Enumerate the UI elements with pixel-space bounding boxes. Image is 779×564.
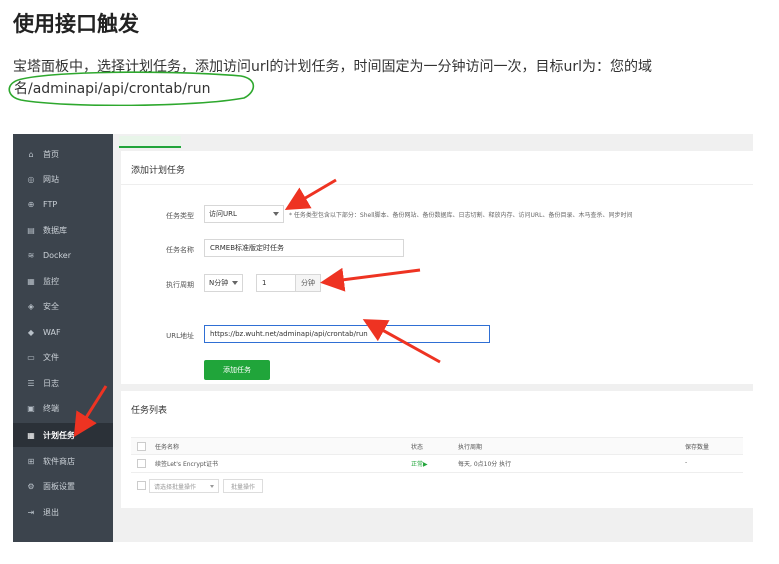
doc-url-line: 名/adminapi/api/crontab/run [14, 81, 211, 97]
url-input[interactable]: https://bz.wuht.net/adminapi/api/crontab… [204, 325, 490, 343]
select-all-checkbox[interactable] [137, 442, 146, 451]
sidebar-item-label: 数据库 [43, 225, 67, 235]
table-header: 任务名称 状态 执行周期 保存数量 [131, 437, 743, 455]
period-value: N分钟 [209, 279, 229, 287]
sidebar-item-label: 网站 [43, 174, 59, 184]
table-row[interactable]: 续签Let's Encrypt证书 正常▶ 每天, 0点10分 执行 - [131, 455, 743, 473]
batch-checkbox[interactable] [137, 481, 146, 490]
add-task-button[interactable]: 添加任务 [204, 360, 270, 380]
sidebar-item-label: FTP [43, 199, 58, 209]
col-name: 任务名称 [155, 444, 180, 451]
shield-icon: ◈ [27, 301, 35, 311]
sidebar-item-label: 安全 [43, 301, 59, 311]
sidebar-item-label: 监控 [43, 276, 59, 286]
sidebar-item-label: WAF [43, 327, 61, 337]
sidebar-item-label: 计划任务 [43, 430, 75, 440]
globe-icon: ◎ [27, 174, 35, 184]
panel-screenshot: ⌂ 首页 ◎ 网站 ⊕ FTP ▤ 数据库 ≋ Docker ▦ 监控 ◈ 安全 ◆ WAF ▭ 文件 ☰ 日志 ▣ 终端… [13, 134, 753, 542]
sidebar-item[interactable]: ⌂ 首页 [13, 142, 113, 166]
sidebar-item-label: 日志 [43, 378, 59, 388]
row-period: 每天, 0点10分 执行 [458, 461, 512, 468]
sidebar-item[interactable]: ▤ 数据库 [13, 218, 113, 242]
folder-icon: ▭ [27, 352, 35, 362]
task-name-label: 任务名称 [166, 246, 194, 254]
sidebar-item[interactable]: ⚙ 面板设置 [13, 474, 113, 498]
task-type-select[interactable]: 访问URL [204, 205, 284, 223]
sidebar-item[interactable]: ▣ 终端 [13, 396, 113, 420]
monitor-icon: ▦ [27, 276, 35, 286]
row-keep: - [685, 459, 688, 466]
top-tab-indicator [119, 136, 181, 148]
sidebar-item-label: 终端 [43, 403, 59, 413]
col-status: 状态 [411, 444, 424, 451]
period-select[interactable]: N分钟 [204, 274, 243, 292]
sidebar-item[interactable]: ⊕ FTP [13, 192, 113, 216]
add-task-heading: 添加计划任务 [131, 166, 186, 176]
task-list-title: 任务列表 [131, 406, 168, 416]
database-icon: ▤ [27, 225, 35, 235]
sidebar-item[interactable]: ☰ 日志 [13, 371, 113, 395]
sidebar-item[interactable]: ◈ 安全 [13, 294, 113, 318]
sidebar-item[interactable]: ◎ 网站 [13, 167, 113, 191]
doc-paragraph: 宝塔面板中，选择计划任务，添加访问url的计划任务，时间固定为一分钟访问一次，目… [13, 59, 653, 75]
sidebar-item-label: 文件 [43, 352, 59, 362]
chevron-down-icon [210, 485, 214, 488]
doc-title: 使用接口触发 [13, 12, 139, 36]
chevron-down-icon [232, 281, 238, 285]
home-icon: ⌂ [28, 149, 34, 159]
sidebar-item[interactable]: ▭ 文件 [13, 345, 113, 369]
task-type-value: 访问URL [209, 210, 237, 218]
sidebar-item-label: 首页 [43, 149, 59, 159]
task-list-panel: 任务列表 任务名称 状态 执行周期 保存数量 续签Let's Encrypt证书… [121, 391, 753, 508]
logout-icon: ⇥ [27, 507, 35, 517]
store-icon: ⊞ [27, 456, 35, 466]
col-keep: 保存数量 [685, 444, 710, 451]
batch-select[interactable]: 请选择批量操作 [149, 479, 219, 493]
sidebar: ⌂ 首页 ◎ 网站 ⊕ FTP ▤ 数据库 ≋ Docker ▦ 监控 ◈ 安全 ◆ WAF ▭ 文件 ☰ 日志 ▣ 终端… [13, 134, 113, 542]
add-task-panel: 添加计划任务 任务类型 访问URL * 任务类型包含以下部分：Shell脚本、备… [121, 151, 753, 384]
task-type-label: 任务类型 [166, 212, 194, 220]
sidebar-item-label: 退出 [43, 507, 59, 517]
row-status[interactable]: 正常▶ [411, 459, 428, 468]
log-icon: ☰ [27, 378, 35, 388]
sidebar-item[interactable]: ◆ WAF [13, 320, 113, 344]
chevron-down-icon [273, 212, 279, 216]
task-type-tip: * 任务类型包含以下部分：Shell脚本、备份网站、备份数据库、日志切割、释放内… [289, 212, 633, 219]
waf-icon: ◆ [27, 327, 35, 337]
period-unit: 分钟 [295, 274, 321, 292]
sidebar-item[interactable]: ⊞ 软件商店 [13, 449, 113, 473]
batch-select-placeholder: 请选择批量操作 [154, 483, 197, 491]
task-name-input[interactable]: CRMEB标准版定时任务 [204, 239, 404, 257]
sidebar-item-label: 面板设置 [43, 481, 75, 491]
divider [121, 184, 753, 185]
ftp-icon: ⊕ [27, 199, 35, 209]
sidebar-item-label: 软件商店 [43, 456, 75, 466]
col-period: 执行周期 [458, 444, 483, 451]
row-checkbox[interactable] [137, 459, 146, 468]
sidebar-item[interactable]: ≋ Docker [13, 243, 113, 267]
url-label: URL地址 [166, 332, 194, 340]
period-label: 执行周期 [166, 281, 194, 289]
terminal-icon: ▣ [27, 403, 35, 413]
sidebar-item[interactable]: ⇥ 退出 [13, 500, 113, 524]
settings-icon: ⚙ [27, 481, 35, 491]
period-number-input[interactable]: 1 [256, 274, 296, 292]
calendar-icon: ▦ [27, 430, 35, 440]
sidebar-item[interactable]: ▦ 计划任务 [13, 423, 113, 447]
docker-icon: ≋ [27, 250, 35, 260]
sidebar-item[interactable]: ▦ 监控 [13, 269, 113, 293]
sidebar-item-label: Docker [43, 250, 72, 260]
batch-button[interactable]: 批量操作 [223, 479, 263, 493]
row-task-name: 续签Let's Encrypt证书 [155, 461, 219, 468]
